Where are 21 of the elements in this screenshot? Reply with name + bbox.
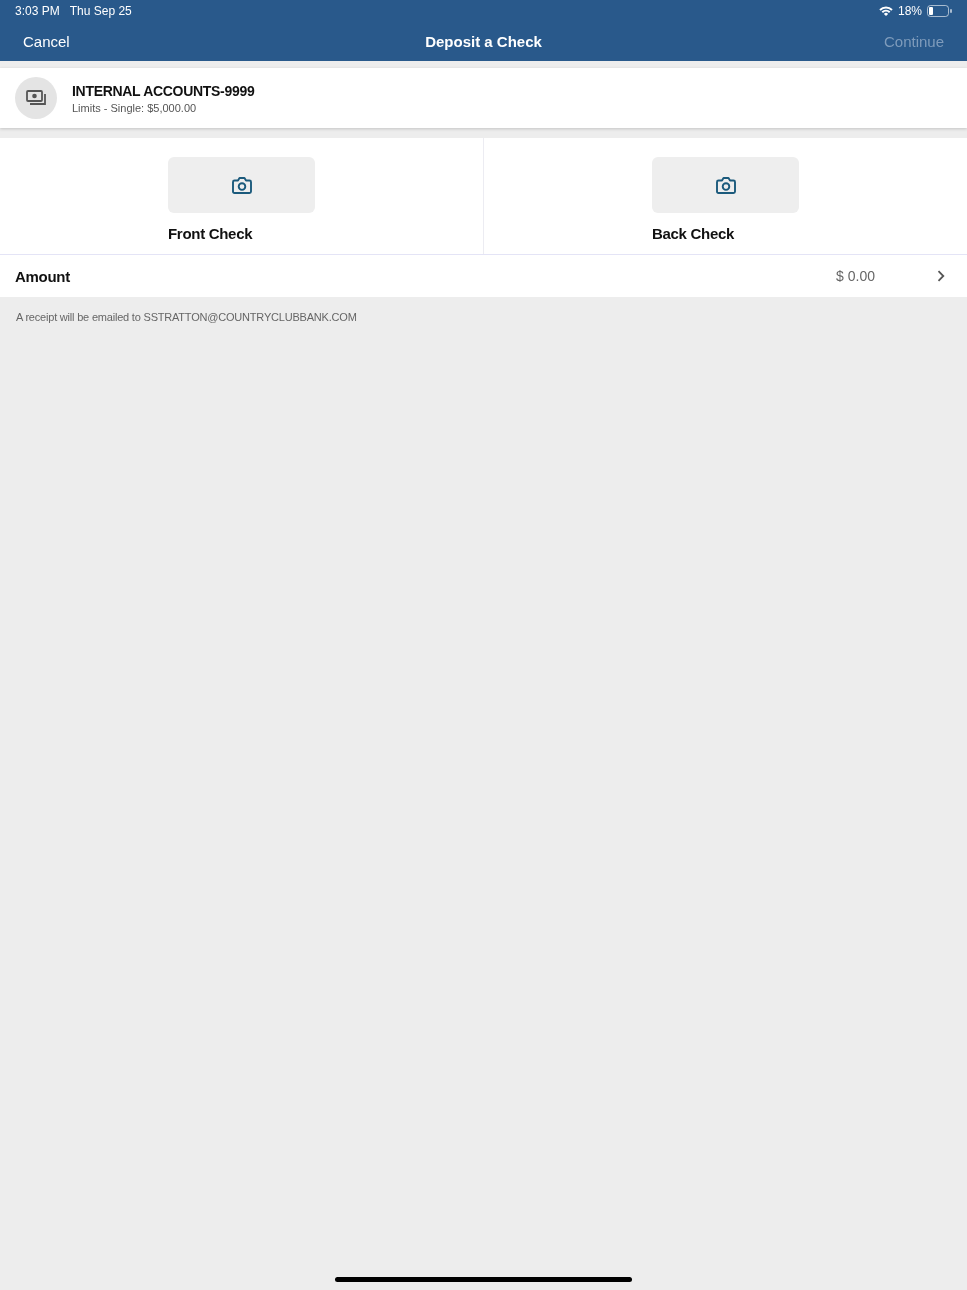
- wifi-icon: [878, 6, 893, 16]
- cancel-button[interactable]: Cancel: [22, 31, 71, 52]
- chevron-icon: [937, 270, 945, 282]
- capture-label: Back Check: [652, 225, 735, 242]
- status-date: Thu Sep 25: [69, 4, 132, 18]
- page-title: Deposit a Check: [425, 33, 542, 50]
- amount-value: $ 0.00: [836, 268, 875, 284]
- capture-tile[interactable]: [652, 157, 799, 213]
- battery-percent: 18%: [897, 4, 922, 18]
- account-limits: Limits - Single: $5,000.00: [72, 101, 198, 114]
- amount-row[interactable]: Amount $ 0.00: [0, 255, 967, 297]
- capture-tile[interactable]: [168, 157, 315, 213]
- receipt-note: A receipt will be emailed to SSTRATTON@COUNTRYCLUBBANK.COM: [16, 311, 358, 323]
- camera-icon: [231, 176, 252, 194]
- capture-label: Front Check: [168, 225, 253, 242]
- amount-label: Amount: [15, 267, 70, 285]
- status-time: 3:03 PM: [15, 4, 60, 18]
- camera-icon: [715, 176, 736, 194]
- bills-icon: [15, 77, 57, 119]
- battery-icon: [927, 5, 952, 17]
- account-name: INTERNAL ACCOUNTS-9999: [72, 82, 255, 99]
